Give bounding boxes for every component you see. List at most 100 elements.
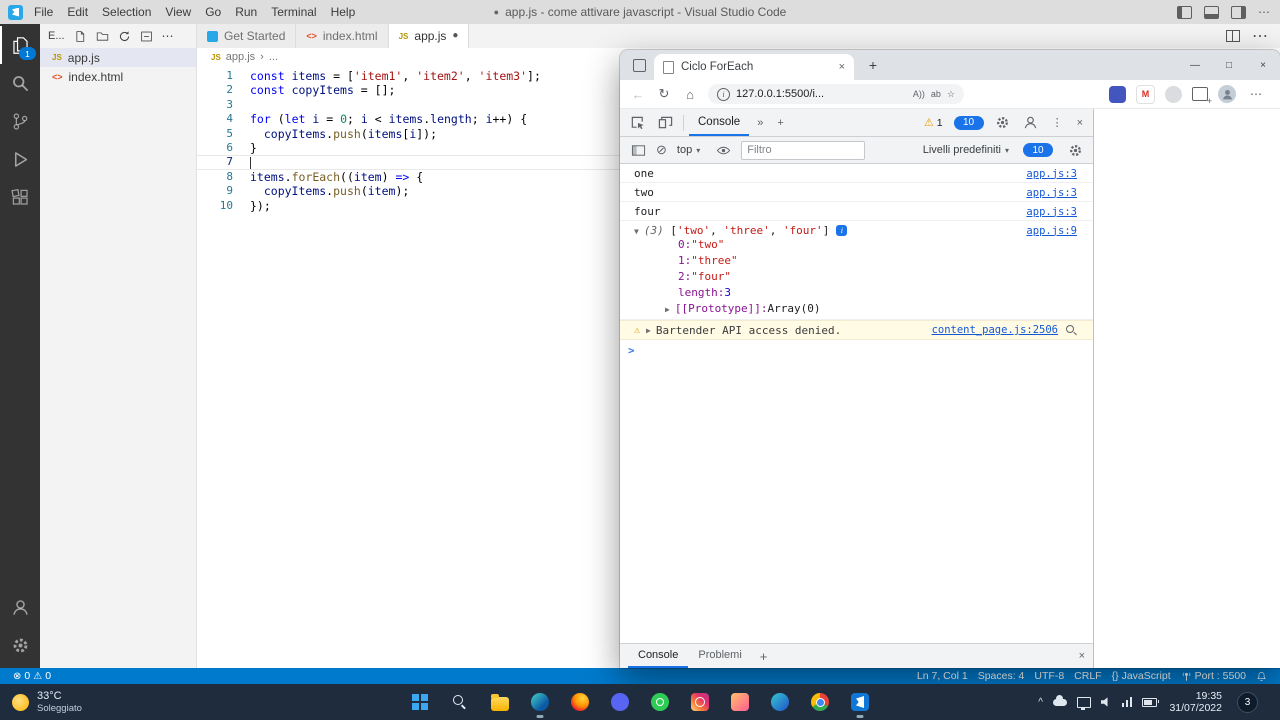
maximize-button[interactable]: □ bbox=[1212, 50, 1246, 80]
taskbar-edge-button[interactable] bbox=[520, 684, 560, 720]
problems-status[interactable]: ⊗ 0 ⚠ 0 bbox=[8, 670, 56, 682]
console-output[interactable]: one app.js:3 two app.js:3 four app.js:3 ▼ (3) [… bbox=[620, 164, 1093, 643]
favorite-star-icon[interactable]: ☆ bbox=[947, 89, 955, 100]
site-info-icon[interactable]: i bbox=[717, 87, 730, 101]
source-control-icon[interactable] bbox=[0, 102, 40, 140]
source-link[interactable]: app.js:3 bbox=[1014, 206, 1077, 218]
feedback-icon[interactable] bbox=[1018, 110, 1044, 136]
array-header[interactable]: ▼ (3) ['two', 'three', 'four'] i app.js:9 bbox=[634, 224, 1077, 237]
javascript-context-selector[interactable]: top ▾ bbox=[672, 144, 705, 156]
live-expression-eye-icon[interactable] bbox=[710, 137, 736, 163]
source-link[interactable]: app.js:3 bbox=[1014, 187, 1077, 199]
taskbar-edge-dev-button[interactable] bbox=[760, 684, 800, 720]
drawer-close-icon[interactable]: × bbox=[1079, 644, 1085, 668]
menu-edit[interactable]: Edit bbox=[60, 0, 95, 24]
array-property-row[interactable]: 2: "four" bbox=[634, 269, 1077, 285]
taskbar-file-explorer-button[interactable] bbox=[480, 684, 520, 720]
search-icon[interactable] bbox=[1066, 324, 1077, 336]
editor-tab-index.html[interactable]: <> index.html bbox=[296, 24, 389, 48]
read-aloud-icon[interactable]: A)) bbox=[913, 89, 925, 99]
taskbar-discord-button[interactable] bbox=[600, 684, 640, 720]
devtools-menu-icon[interactable]: ⋮ bbox=[1046, 116, 1069, 129]
extension-mail-icon[interactable]: M bbox=[1136, 84, 1155, 104]
toggle-panel-icon[interactable] bbox=[1204, 5, 1219, 19]
expand-toggle-icon[interactable]: ▶ bbox=[646, 326, 651, 335]
menu-go[interactable]: Go bbox=[198, 0, 228, 24]
address-bar[interactable]: i 127.0.0.1:5500/i... A)) ab ☆ bbox=[708, 84, 964, 104]
search-icon[interactable] bbox=[0, 64, 40, 102]
taskbar-firefox-button[interactable] bbox=[560, 684, 600, 720]
expand-toggle-icon[interactable]: ▼ bbox=[634, 227, 639, 236]
tab-close-icon[interactable]: × bbox=[839, 61, 845, 73]
levels-count-badge[interactable]: 10 bbox=[1023, 143, 1053, 157]
array-property-row[interactable]: 0: "two" bbox=[634, 237, 1077, 253]
taskbar-whatsapp-button[interactable] bbox=[640, 684, 680, 720]
editor-tab-get-started[interactable]: Get Started bbox=[197, 24, 297, 48]
settings-gear-icon[interactable] bbox=[0, 626, 40, 664]
account-icon[interactable] bbox=[0, 588, 40, 626]
url-text[interactable]: 127.0.0.1:5500/i... bbox=[736, 88, 907, 100]
hidden-icons-chevron[interactable]: ^ bbox=[1038, 697, 1043, 708]
home-button[interactable]: ⌂ bbox=[678, 82, 702, 106]
console-sidebar-icon[interactable] bbox=[625, 137, 651, 163]
refresh-button[interactable]: ↻ bbox=[652, 82, 676, 106]
breadcrumb-file[interactable]: app.js bbox=[226, 51, 255, 63]
array-property-row[interactable]: length: 3 bbox=[634, 285, 1077, 301]
indentation[interactable]: Spaces: 4 bbox=[973, 670, 1030, 682]
extension-icon-gray[interactable] bbox=[1165, 85, 1182, 103]
notification-badge[interactable]: 3 bbox=[1237, 691, 1258, 713]
cursor-position[interactable]: Ln 7, Col 1 bbox=[912, 670, 973, 682]
refresh-explorer-icon[interactable] bbox=[118, 30, 131, 43]
console-message-badge[interactable]: 10 bbox=[953, 115, 984, 130]
drawer-tab-problemi[interactable]: Problemi bbox=[688, 644, 751, 668]
drawer-tab-console[interactable]: Console bbox=[628, 644, 689, 668]
start-button[interactable] bbox=[400, 684, 440, 720]
eol-sequence[interactable]: CRLF bbox=[1069, 670, 1106, 682]
array-property-row[interactable]: 1: "three" bbox=[634, 253, 1077, 269]
tab-actions-menu-icon[interactable] bbox=[628, 58, 650, 72]
log-levels-selector[interactable]: Livelli predefiniti ▾ bbox=[918, 144, 1014, 156]
new-folder-icon[interactable] bbox=[96, 30, 109, 43]
console-filter-input[interactable] bbox=[741, 140, 866, 160]
more-panels-icon[interactable]: » bbox=[751, 117, 769, 129]
add-panel-icon[interactable]: + bbox=[771, 117, 789, 129]
source-link[interactable]: app.js:3 bbox=[1014, 168, 1077, 180]
drawer-add-icon[interactable]: + bbox=[752, 644, 776, 668]
display-icon[interactable] bbox=[1076, 696, 1091, 710]
back-button[interactable]: ← bbox=[626, 82, 650, 106]
menu-selection[interactable]: Selection bbox=[95, 0, 158, 24]
translate-icon[interactable]: ab bbox=[931, 89, 941, 99]
source-link[interactable]: content_page.js:2506 bbox=[920, 324, 1058, 336]
tab-console-panel[interactable]: Console bbox=[689, 109, 750, 136]
clear-console-icon[interactable]: ⊘ bbox=[656, 142, 667, 158]
split-editor-icon[interactable] bbox=[1226, 30, 1240, 42]
breadcrumb-symbol[interactable]: ... bbox=[269, 51, 278, 63]
taskbar-search-button[interactable] bbox=[440, 684, 480, 720]
file-item-index.html[interactable]: <> index.html bbox=[40, 67, 196, 86]
new-file-icon[interactable] bbox=[74, 30, 87, 43]
minimize-button[interactable]: — bbox=[1178, 50, 1212, 80]
collections-icon[interactable] bbox=[1192, 87, 1212, 106]
devtools-close-icon[interactable]: × bbox=[1071, 117, 1089, 129]
array-property-row[interactable]: ▶ [[Prototype]]: Array(0) bbox=[634, 301, 1077, 317]
devtools-settings-icon[interactable] bbox=[990, 110, 1016, 136]
issues-warning-badge[interactable]: ⚠ 1 bbox=[919, 116, 948, 130]
console-prompt[interactable]: > bbox=[620, 340, 1093, 361]
menu-help[interactable]: Help bbox=[324, 0, 363, 24]
battery-icon[interactable] bbox=[1142, 697, 1160, 707]
browser-menu-icon[interactable]: ⋯ bbox=[1246, 87, 1266, 101]
onedrive-icon[interactable] bbox=[1052, 694, 1067, 706]
explorer-icon[interactable]: 1 bbox=[0, 26, 40, 64]
menu-terminal[interactable]: Terminal bbox=[264, 0, 323, 24]
info-icon[interactable]: i bbox=[836, 224, 848, 236]
collapse-folders-icon[interactable] bbox=[140, 30, 153, 43]
new-tab-button[interactable]: + bbox=[862, 57, 884, 73]
customize-layout-icon[interactable]: ⋯ bbox=[1258, 5, 1270, 19]
network-icon[interactable] bbox=[1121, 697, 1133, 707]
explorer-more-icon[interactable]: ⋯ bbox=[162, 29, 174, 43]
device-toolbar-icon[interactable] bbox=[652, 110, 678, 136]
live-server-port[interactable]: Port : 5500 bbox=[1176, 670, 1251, 682]
taskbar-chrome-button[interactable] bbox=[800, 684, 840, 720]
toggle-sidebar-icon[interactable] bbox=[1177, 5, 1192, 19]
dirty-indicator[interactable]: ● bbox=[452, 31, 458, 41]
